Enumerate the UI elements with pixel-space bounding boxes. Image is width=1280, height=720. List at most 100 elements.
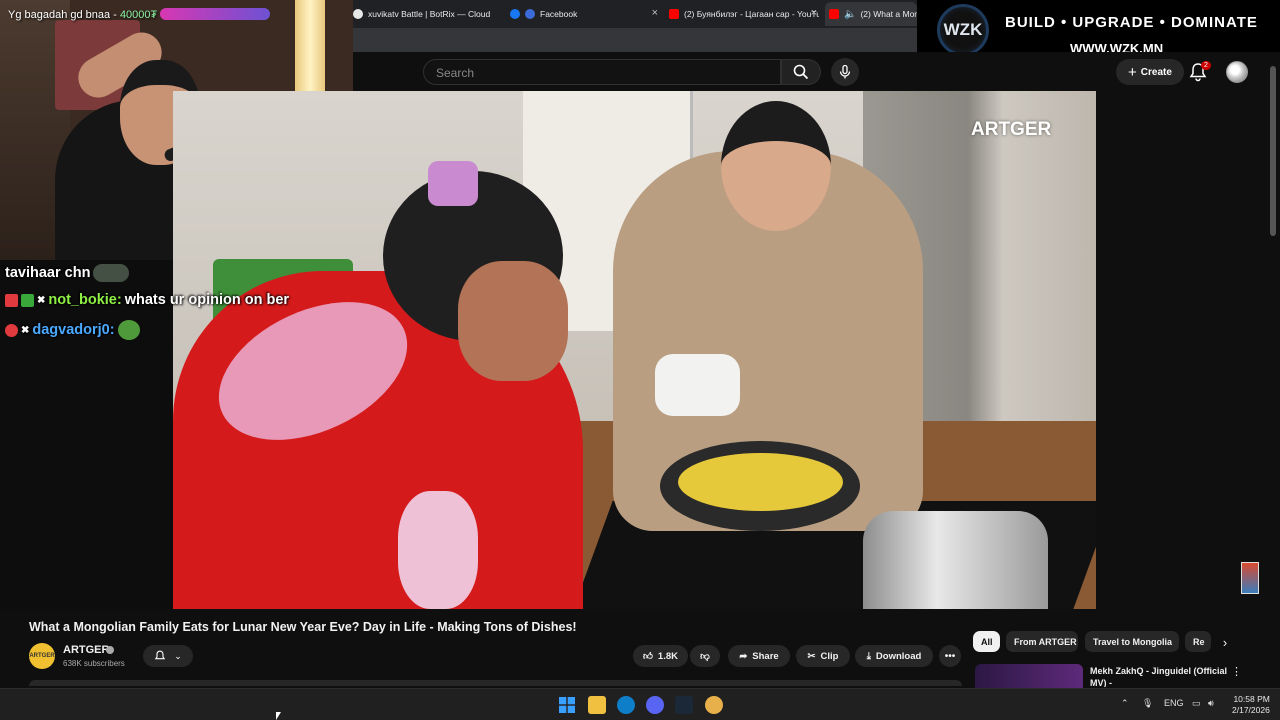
download-icon: ⤓: [866, 650, 871, 662]
chat-username: not_bokie:: [48, 292, 122, 308]
tab-botrix[interactable]: xuvikatv Battle | BotRix — Cloud St: [353, 2, 491, 26]
download-button[interactable]: ⤓ Download: [855, 645, 933, 667]
dislike-button[interactable]: 👎︎: [690, 645, 720, 667]
video-watermark: ARTGER: [971, 119, 1052, 140]
plus-icon: +: [1128, 63, 1137, 81]
floating-widget-icon[interactable]: [1241, 562, 1259, 594]
subscription-bell-button[interactable]: ⌄: [143, 645, 193, 667]
screen: Yg bagadah gd bnaa - 40000₮ xuvikatv Bat…: [0, 0, 1280, 720]
sword-icon: ✖: [37, 294, 46, 306]
tab-label: xuvikatv Battle | BotRix — Cloud St: [368, 9, 491, 19]
wzk-logo: WZK: [937, 4, 989, 56]
verified-icon: [106, 646, 114, 654]
sword-icon: ✖: [21, 324, 30, 336]
banner-slogan: BUILD • UPGRADE • DOMINATE: [1005, 14, 1258, 31]
close-icon[interactable]: ×: [652, 7, 658, 19]
close-icon[interactable]: ×: [811, 7, 817, 19]
like-button[interactable]: 👍︎ 1.8K: [633, 645, 688, 667]
chevron-right-icon[interactable]: ›: [1216, 633, 1234, 651]
facebook-icon: [510, 9, 520, 19]
share-label: Share: [752, 650, 779, 662]
thumbs-up-icon: 👍︎: [642, 651, 653, 662]
ellipsis-icon: •••: [944, 650, 956, 662]
file-explorer-icon[interactable]: [588, 696, 606, 714]
volume-icon[interactable]: 🔊︎: [1208, 698, 1214, 709]
clock-time: 10:58 PM: [1233, 694, 1270, 704]
chat-overlay: [0, 260, 173, 609]
donation-text: Yg bagadah gd bnaa -: [8, 9, 120, 21]
share-button[interactable]: ➦ Share: [728, 645, 790, 667]
microphone-tray-icon[interactable]: 🎙︎: [1142, 698, 1153, 709]
chip-from-channel[interactable]: From ARTGER: [1006, 631, 1078, 652]
clip-button[interactable]: ✂ Clip: [796, 645, 850, 667]
chat-message: tavihaar chn: [5, 264, 130, 282]
account-avatar[interactable]: [1226, 61, 1248, 83]
video-scene-flower-print: [398, 491, 478, 609]
channel-name[interactable]: ARTGER: [63, 644, 109, 656]
microphone-icon: [839, 65, 851, 79]
tab-label: (2) What a Mong: [860, 9, 917, 19]
sponsor-banner: WZK BUILD • UPGRADE • DOMINATE WWW.WZK.M…: [917, 0, 1280, 60]
chip-all[interactable]: All: [973, 631, 1000, 652]
clock-date: 2/17/2026: [1232, 705, 1270, 715]
windows-taskbar: ⌃ 🎙︎ ENG ▭ 🔊︎ 10:58 PM 2/17/2026: [0, 688, 1280, 720]
search-icon: [793, 64, 809, 80]
chat-message: ✖ dagvadorj0:: [5, 320, 140, 340]
language-indicator[interactable]: ENG: [1164, 698, 1184, 708]
chat-text: tavihaar chn: [5, 265, 91, 281]
botrix-icon: [353, 9, 363, 19]
search-button[interactable]: [781, 59, 821, 85]
video-scene-head-right: [721, 101, 831, 231]
video-scene-rice: [678, 453, 843, 511]
download-label: Download: [875, 650, 922, 662]
notification-badge: 2: [1201, 61, 1211, 70]
app-icon[interactable]: [705, 696, 723, 714]
windows-start-icon[interactable]: [558, 696, 576, 714]
pepe-emote-icon: [117, 320, 140, 340]
channel-avatar[interactable]: ARTGER: [29, 643, 55, 669]
recommendation-title[interactable]: Mekh ZakhQ - Jinguidel (Official MV) -: [1090, 665, 1230, 687]
video-scene-pot: [863, 511, 1048, 609]
clip-label: Clip: [820, 650, 839, 662]
edge-browser-icon[interactable]: [617, 696, 635, 714]
scissors-icon: ✂: [807, 650, 816, 662]
kebab-menu-icon[interactable]: ⋮: [1231, 665, 1242, 678]
steam-icon[interactable]: [675, 696, 693, 714]
badge-icon: [21, 293, 34, 307]
create-label: Create: [1140, 66, 1172, 78]
youtube-icon: [669, 9, 679, 19]
badge-icon: [5, 293, 18, 307]
video-scene-jar: [655, 354, 740, 416]
tab-youtube-song[interactable]: (2) Буянбилэг - Цагаан сар - YouTu ×: [669, 2, 819, 26]
network-icon[interactable]: ▭: [1192, 698, 1201, 709]
video-scene-hair-clip: [428, 161, 478, 206]
share-icon: ➦: [739, 650, 748, 662]
create-button[interactable]: + Create: [1116, 59, 1184, 85]
speaker-icon: 🔈: [844, 8, 857, 20]
search-input[interactable]: Search: [423, 59, 781, 85]
mouse-cursor-icon: [276, 712, 281, 720]
donation-alert: Yg bagadah gd bnaa - 40000₮: [8, 9, 157, 21]
chevron-down-icon: ⌄: [174, 650, 182, 661]
discord-icon[interactable]: [646, 696, 664, 714]
chip-partial[interactable]: Re: [1185, 631, 1211, 652]
tab-facebook[interactable]: Facebook ×: [510, 2, 660, 26]
youtube-icon: [829, 9, 839, 19]
tab-youtube-video[interactable]: 🔈 (2) What a Mong: [825, 2, 917, 26]
neon-light: [160, 8, 270, 20]
recommendation-thumbnail[interactable]: [975, 664, 1083, 688]
voice-search-button[interactable]: [831, 58, 859, 86]
more-actions-button[interactable]: •••: [939, 645, 961, 667]
bell-icon: [155, 650, 166, 660]
donation-amount: 40000₮: [119, 9, 158, 21]
chevron-up-icon[interactable]: ⌃: [1121, 698, 1129, 709]
chat-text: whats ur opinion on ber: [124, 292, 290, 308]
system-clock[interactable]: 10:58 PM 2/17/2026: [1232, 694, 1270, 716]
thumbs-down-icon: 👎︎: [700, 651, 710, 662]
page-scrollbar[interactable]: [1270, 66, 1276, 236]
emote-icon: [93, 264, 130, 282]
chip-travel[interactable]: Travel to Mongolia: [1085, 631, 1179, 652]
description-box[interactable]: [29, 680, 962, 686]
video-player[interactable]: ARTGER: [173, 91, 1096, 609]
subscriber-count: 638K subscribers: [63, 659, 125, 668]
